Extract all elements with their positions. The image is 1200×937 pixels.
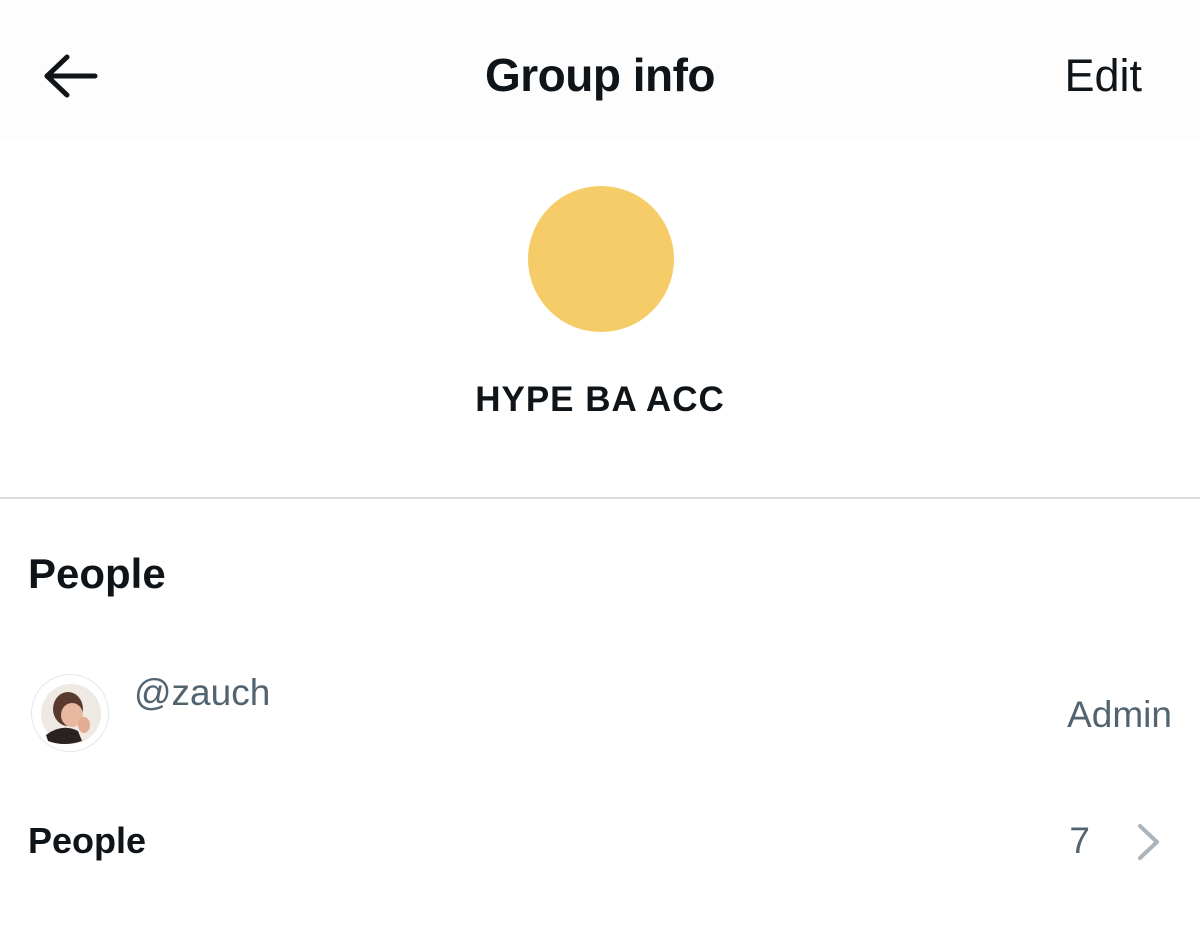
page-title: Group info — [484, 49, 716, 101]
people-section-heading: People — [28, 550, 166, 597]
member-row[interactable]: @zauch Admin — [0, 660, 1200, 760]
group-info-screen: Group info Edit HYPE BA ACC People @zauc… — [0, 0, 1200, 937]
people-list-row[interactable]: People 7 — [0, 800, 1200, 884]
member-handle: @zauch — [134, 672, 271, 713]
chevron-right-icon — [1138, 824, 1159, 860]
group-name: HYPE BA ACC — [475, 380, 725, 419]
people-row-label: People — [28, 820, 147, 861]
header-bar: Group info Edit — [0, 0, 1200, 140]
section-divider — [0, 497, 1200, 499]
people-count: 7 — [1069, 820, 1090, 861]
arrow-left-icon — [44, 54, 98, 98]
user-photo-icon — [41, 684, 101, 744]
member-role-badge: Admin — [1067, 694, 1172, 735]
back-button[interactable] — [40, 50, 102, 102]
edit-button[interactable]: Edit — [1064, 50, 1142, 102]
group-avatar[interactable] — [528, 186, 674, 332]
avatar — [31, 674, 109, 752]
